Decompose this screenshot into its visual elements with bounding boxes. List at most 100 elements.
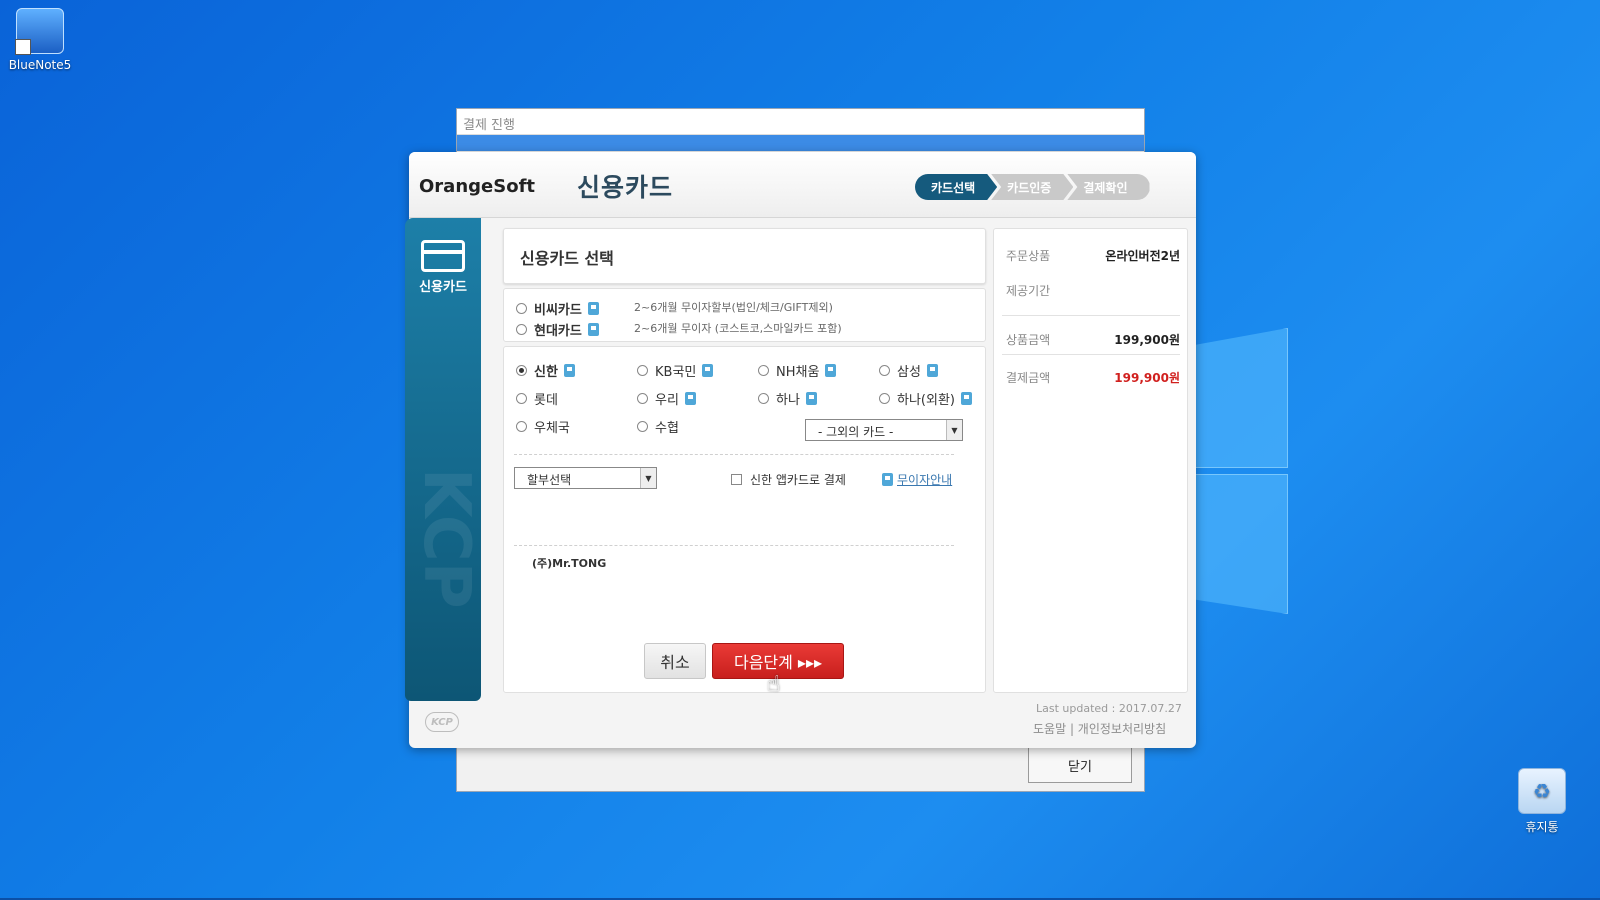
app-card-label: 신한 앱카드로 결제	[750, 473, 846, 487]
kcp-logo: KCP	[425, 712, 459, 732]
hand-cursor-icon: ☝	[767, 672, 781, 697]
radio-button[interactable]	[516, 324, 527, 335]
credit-card-dialog: OrangeSoft 신용카드 카드선택 카드인증 결제확인 신용카드 KCP …	[405, 152, 1196, 748]
recycle-bin-icon: ♻	[1518, 768, 1566, 814]
radio-button[interactable]	[758, 393, 769, 404]
summary-label: 상품금액	[1006, 333, 1051, 347]
card-option-post[interactable]: 우체국	[516, 417, 570, 436]
app-card-checkbox[interactable]	[731, 474, 742, 485]
info-icon[interactable]	[702, 364, 714, 377]
info-icon[interactable]	[825, 364, 837, 377]
card-name: 수협	[655, 421, 679, 436]
step-payment-confirm: 결제확인	[1067, 174, 1150, 200]
card-option-shinhan[interactable]: 신한	[516, 361, 575, 380]
dialog-header: OrangeSoft 신용카드 카드선택 카드인증 결제확인	[409, 152, 1196, 218]
card-option-bc[interactable]: 비씨카드	[516, 299, 599, 318]
desktop-icon-label: 휴지통	[1525, 820, 1559, 834]
last-updated: Last updated : 2017.07.27	[1036, 702, 1182, 715]
info-icon[interactable]	[926, 364, 938, 377]
card-name: 비씨카드	[534, 303, 582, 318]
radio-button[interactable]	[637, 393, 648, 404]
card-name: 삼성	[897, 365, 921, 380]
card-option-hana[interactable]: 하나	[758, 389, 817, 408]
kcp-watermark: KCP	[409, 468, 481, 609]
card-select-panel: 신한 KB국민 NH채움 삼성 롯데 우리 하나 하나(외환) 우체국 수협 -…	[503, 346, 986, 693]
radio-button[interactable]	[516, 393, 527, 404]
divider	[1002, 354, 1180, 355]
radio-button[interactable]	[879, 393, 890, 404]
summary-label: 결제금액	[1006, 371, 1051, 385]
desktop-icon-label: BlueNote5	[8, 58, 72, 72]
installment-select-value: 할부선택	[527, 473, 572, 487]
info-icon[interactable]	[563, 364, 575, 377]
card-option-woori[interactable]: 우리	[637, 389, 696, 408]
info-icon[interactable]	[960, 392, 972, 405]
card-name: 신한	[534, 365, 558, 380]
pay-amount: 199,900원	[1114, 371, 1180, 385]
info-icon[interactable]	[587, 323, 599, 336]
radio-button[interactable]	[637, 421, 648, 432]
radio-button[interactable]	[516, 303, 527, 314]
radio-button-selected[interactable]	[516, 365, 527, 376]
info-icon[interactable]	[684, 392, 696, 405]
radio-button[interactable]	[758, 365, 769, 376]
chevron-down-icon[interactable]: ▼	[640, 468, 656, 488]
chevron-down-icon[interactable]: ▼	[946, 420, 962, 440]
step-indicator: 카드선택 카드인증 결제확인	[915, 174, 1150, 200]
installment-select[interactable]: 할부선택 ▼	[514, 467, 657, 489]
info-icon[interactable]	[805, 392, 817, 405]
bluenote-icon	[15, 8, 64, 55]
merchant-logo: (주)Mr.TONG	[532, 557, 607, 570]
card-name: 하나(외환)	[897, 393, 955, 408]
card-name: 롯데	[534, 393, 558, 408]
no-interest-link[interactable]: 무이자안내	[897, 471, 952, 488]
card-option-hana-keb[interactable]: 하나(외환)	[879, 389, 972, 408]
other-card-select-value: - 그외의 카드 -	[818, 425, 894, 439]
privacy-link[interactable]: 개인정보처리방침	[1078, 722, 1166, 736]
section-title: 신용카드 선택	[503, 228, 986, 284]
window-title: 결제 진행	[457, 109, 1144, 135]
summary-value: 199,900원	[1114, 333, 1180, 347]
radio-button[interactable]	[879, 365, 890, 376]
card-benefit-desc: 2~6개월 무이자 (코스트코,스마일카드 포함)	[634, 322, 842, 335]
help-link[interactable]: 도움말	[1033, 722, 1066, 736]
merchant-brand: OrangeSoft	[419, 176, 535, 197]
card-option-suhyup[interactable]: 수협	[637, 417, 679, 436]
desktop-icon-recycle-bin[interactable]: ♻ 휴지통	[1502, 768, 1582, 835]
card-option-hyundai[interactable]: 현대카드	[516, 320, 599, 339]
summary-row-price: 상품금액 199,900원	[1006, 331, 1180, 348]
card-option-nh[interactable]: NH채움	[758, 361, 837, 380]
app-card-option[interactable]: 신한 앱카드로 결제	[731, 471, 846, 488]
card-name: KB국민	[655, 365, 697, 380]
step-card-select: 카드선택	[915, 174, 997, 200]
divider	[1002, 315, 1180, 316]
other-card-select[interactable]: - 그외의 카드 - ▼	[805, 419, 963, 441]
card-name: 하나	[776, 393, 800, 408]
card-option-lotte[interactable]: 롯데	[516, 389, 558, 408]
card-name: 우리	[655, 393, 679, 408]
card-benefit-desc: 2~6개월 무이자할부(법인/체크/GIFT제외)	[634, 301, 833, 314]
summary-row-order: 주문상품 온라인버전2년	[1006, 247, 1180, 264]
card-option-samsung[interactable]: 삼성	[879, 361, 938, 380]
special-card-panel: 비씨카드 2~6개월 무이자할부(법인/체크/GIFT제외) 현대카드 2~6개…	[503, 288, 986, 342]
card-option-kb[interactable]: KB국민	[637, 361, 714, 380]
info-icon	[882, 473, 893, 486]
close-button[interactable]: 닫기	[1028, 747, 1132, 783]
info-icon[interactable]	[587, 302, 599, 315]
credit-card-icon	[421, 240, 465, 272]
card-name: 우체국	[534, 421, 570, 436]
card-name: NH채움	[776, 365, 820, 380]
summary-row-period: 제공기간	[1006, 282, 1180, 299]
summary-row-pay: 결제금액 199,900원	[1006, 369, 1180, 386]
no-interest-info[interactable]: 무이자안내	[882, 471, 952, 488]
card-name: 현대카드	[534, 324, 582, 339]
footer-links: 도움말 | 개인정보처리방침	[1033, 722, 1167, 736]
window-header-strip	[457, 135, 1144, 151]
cancel-button[interactable]: 취소	[644, 643, 706, 679]
desktop-icon-bluenote5[interactable]: BlueNote5	[0, 8, 80, 72]
step-card-auth: 카드인증	[991, 174, 1073, 200]
summary-value: 온라인버전2년	[1105, 249, 1180, 263]
radio-button[interactable]	[516, 421, 527, 432]
sidebar-item-credit-card[interactable]: 신용카드	[405, 276, 481, 295]
radio-button[interactable]	[637, 365, 648, 376]
